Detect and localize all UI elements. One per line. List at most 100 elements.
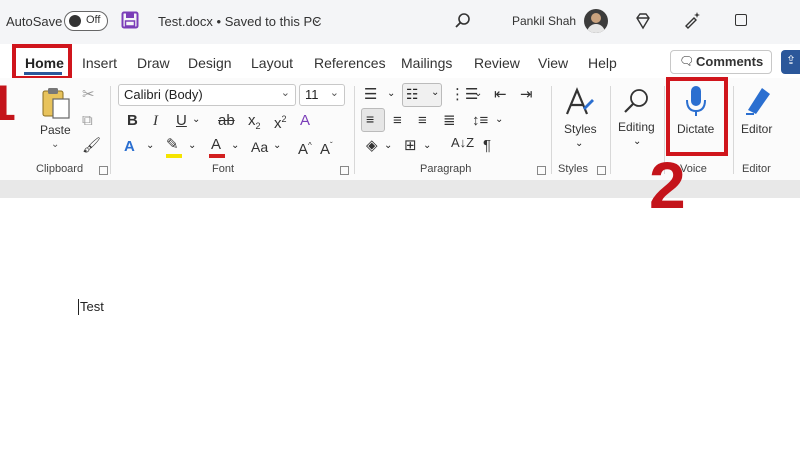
search-icon[interactable] <box>454 12 472 30</box>
text-effects-icon[interactable]: A <box>124 138 135 156</box>
highlight-icon[interactable]: ✎ <box>166 136 179 154</box>
paragraph-launcher-icon[interactable] <box>537 166 546 175</box>
separator <box>110 86 111 174</box>
user-name[interactable]: Pankil Shah <box>512 14 576 28</box>
clear-formatting-icon[interactable]: A <box>300 112 310 130</box>
tab-layout[interactable]: Layout <box>251 55 293 71</box>
editor-icon[interactable] <box>744 84 774 116</box>
tab-review[interactable]: Review <box>474 55 520 71</box>
grow-font-icon[interactable]: A^ <box>298 137 312 159</box>
bold-icon[interactable]: B <box>127 112 138 130</box>
title-dropdown-icon[interactable]: ⌄ <box>312 12 322 26</box>
editing-label[interactable]: Editing <box>618 120 655 134</box>
change-case-dropdown-icon[interactable]: ⌄ <box>273 140 281 151</box>
font-name-select[interactable]: Calibri (Body) ⌄ <box>118 84 296 106</box>
font-color-icon[interactable]: A <box>211 136 221 154</box>
numbering-button[interactable]: ☷ ⌄ <box>402 83 442 107</box>
cut-icon[interactable]: ✂ <box>82 86 95 104</box>
styles-launcher-icon[interactable] <box>597 166 606 175</box>
align-right-icon[interactable]: ≡ <box>418 112 427 130</box>
styles-icon[interactable] <box>563 86 595 118</box>
bullets-icon[interactable]: ☰ <box>364 86 377 104</box>
sort-icon[interactable]: A↓Z <box>451 134 474 152</box>
underline-icon[interactable]: U <box>176 112 187 130</box>
italic-icon[interactable]: I <box>153 112 158 130</box>
annotation-step-1: 1 <box>0 75 16 131</box>
styles-label[interactable]: Styles <box>564 122 597 136</box>
tab-mailings[interactable]: Mailings <box>401 55 452 71</box>
align-center-icon[interactable]: ≡ <box>393 112 402 130</box>
paragraph-group-label: Paragraph <box>420 163 472 175</box>
borders-dropdown-icon[interactable]: ⌄ <box>423 140 431 151</box>
share-button[interactable]: ⇪ <box>781 50 800 74</box>
line-spacing-dropdown-icon[interactable]: ⌄ <box>495 114 503 125</box>
shading-icon[interactable]: ◈ <box>366 137 378 155</box>
separator <box>733 86 734 174</box>
tab-draw[interactable]: Draw <box>137 55 170 71</box>
save-icon[interactable] <box>121 11 139 29</box>
styles-dropdown-icon[interactable]: ⌄ <box>575 138 583 149</box>
pen-sparkle-icon[interactable] <box>682 10 702 30</box>
superscript-icon[interactable]: x2 <box>274 110 287 133</box>
decrease-indent-icon[interactable]: ⇤ <box>494 86 507 104</box>
toggle-knob <box>69 15 81 27</box>
justify-icon[interactable]: ≣ <box>443 112 456 130</box>
separator <box>354 86 355 174</box>
font-size-select[interactable]: 11 ⌄ <box>299 84 345 106</box>
paste-icon[interactable] <box>40 86 72 120</box>
format-painter-icon[interactable]: 🖌 <box>82 137 101 155</box>
subscript-icon[interactable]: x2 <box>248 112 261 135</box>
text-cursor <box>78 299 79 315</box>
align-left-icon: ≡ <box>366 111 375 127</box>
highlight-dropdown-icon[interactable]: ⌄ <box>188 140 196 151</box>
autosave-toggle[interactable]: Off <box>64 11 108 31</box>
tab-insert[interactable]: Insert <box>82 55 117 71</box>
paste-label[interactable]: Paste <box>40 123 71 137</box>
paste-dropdown-icon[interactable]: ⌄ <box>51 139 59 150</box>
highlight-color-bar <box>166 154 182 158</box>
change-case-button[interactable]: Aa <box>251 139 268 155</box>
text-effects-dropdown-icon[interactable]: ⌄ <box>146 140 154 151</box>
clipboard-launcher-icon[interactable] <box>99 166 108 175</box>
tab-help[interactable]: Help <box>588 55 617 71</box>
editing-dropdown-icon[interactable]: ⌄ <box>633 136 641 147</box>
font-color-dropdown-icon[interactable]: ⌄ <box>231 140 239 151</box>
font-name-value: Calibri (Body) <box>124 87 203 102</box>
home-highlight-box <box>12 44 72 80</box>
align-left-button[interactable]: ≡ <box>361 108 385 132</box>
comments-label: Comments <box>696 54 764 69</box>
shrink-font-icon[interactable]: Aˇ <box>320 137 333 159</box>
avatar[interactable] <box>584 9 608 33</box>
editor-group-label: Editor <box>742 163 771 175</box>
font-color-bar <box>209 154 225 158</box>
styles-group-label: Styles <box>558 163 588 175</box>
font-launcher-icon[interactable] <box>340 166 349 175</box>
separator <box>610 86 611 174</box>
autosave-state: Off <box>86 14 101 26</box>
show-formatting-icon[interactable]: ¶ <box>483 137 491 155</box>
shading-dropdown-icon[interactable]: ⌄ <box>384 140 392 151</box>
chevron-down-icon: ⌄ <box>280 87 290 99</box>
tab-view[interactable]: View <box>538 55 568 71</box>
tab-design[interactable]: Design <box>188 55 232 71</box>
editor-label[interactable]: Editor <box>741 122 772 136</box>
diamond-icon[interactable] <box>634 12 652 30</box>
underline-dropdown-icon[interactable]: ⌄ <box>192 114 200 125</box>
clipboard-group-label: Clipboard <box>36 163 84 175</box>
document-title[interactable]: Test.docx • Saved to this PC <box>158 14 322 29</box>
autosave-label: AutoSave <box>6 14 63 29</box>
comments-button[interactable]: 🗨 Comments <box>670 50 772 74</box>
borders-icon[interactable]: ⊞ <box>404 137 417 155</box>
copy-icon[interactable]: ⧉ <box>82 112 93 130</box>
increase-indent-icon[interactable]: ⇥ <box>520 86 533 104</box>
tab-references[interactable]: References <box>314 55 386 71</box>
multilevel-dropdown-icon[interactable]: ⌄ <box>474 88 482 99</box>
strikethrough-icon[interactable]: ab <box>218 112 235 130</box>
maximize-icon[interactable] <box>735 14 747 26</box>
font-size-value: 11 <box>305 87 319 102</box>
document-text[interactable]: Test <box>80 299 104 314</box>
editing-search-icon[interactable] <box>622 86 652 116</box>
bullets-dropdown-icon[interactable]: ⌄ <box>387 88 395 99</box>
numbering-dropdown-icon: ⌄ <box>431 87 440 98</box>
line-spacing-icon[interactable]: ↕≡ <box>472 112 488 130</box>
